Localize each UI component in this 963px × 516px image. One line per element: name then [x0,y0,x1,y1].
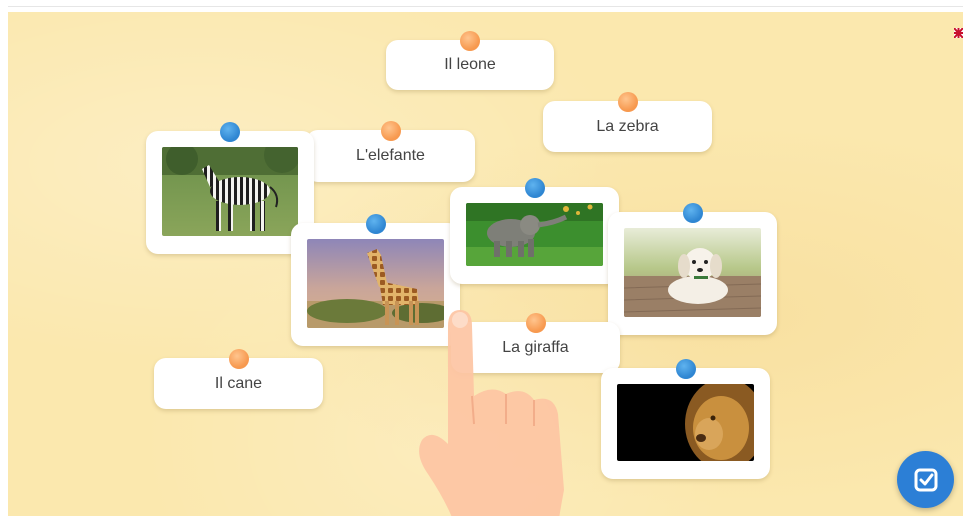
image-pin[interactable] [682,203,703,223]
image-card-leone[interactable] [601,359,770,479]
flag-icon[interactable] [954,28,963,38]
word-label: La zebra [596,117,659,135]
word-label: Il leone [444,56,496,73]
word-pin[interactable] [380,121,401,141]
puppy-photo [624,228,761,317]
top-divider [8,6,963,7]
zebra-photo [162,147,298,236]
word-card-zebra[interactable]: La zebra [543,92,712,152]
word-card-leone[interactable]: Il leone [386,31,554,90]
word-pin[interactable] [460,31,480,51]
matching-board: Il leone La zebra L'elefante La giraffa … [8,12,963,516]
check-button[interactable] [897,451,954,508]
image-card-zebra[interactable] [146,122,314,254]
word-card-cane[interactable]: Il cane [154,349,323,409]
image-card-elefante[interactable] [450,178,619,284]
image-pin[interactable] [365,214,386,234]
check-icon [914,468,937,491]
image-pin[interactable] [220,122,240,142]
word-label: Il cane [214,374,263,392]
word-card-elefante[interactable]: L'elefante [306,121,475,182]
word-label: L'elefante [356,147,425,164]
image-pin[interactable] [524,178,545,198]
lion-photo [617,384,754,461]
word-pin[interactable] [228,349,249,369]
image-pin[interactable] [675,359,696,379]
elephant-photo [466,203,603,266]
image-card-cane[interactable] [608,203,777,335]
word-pin[interactable] [617,92,638,112]
pointing-hand-icon [419,310,564,516]
